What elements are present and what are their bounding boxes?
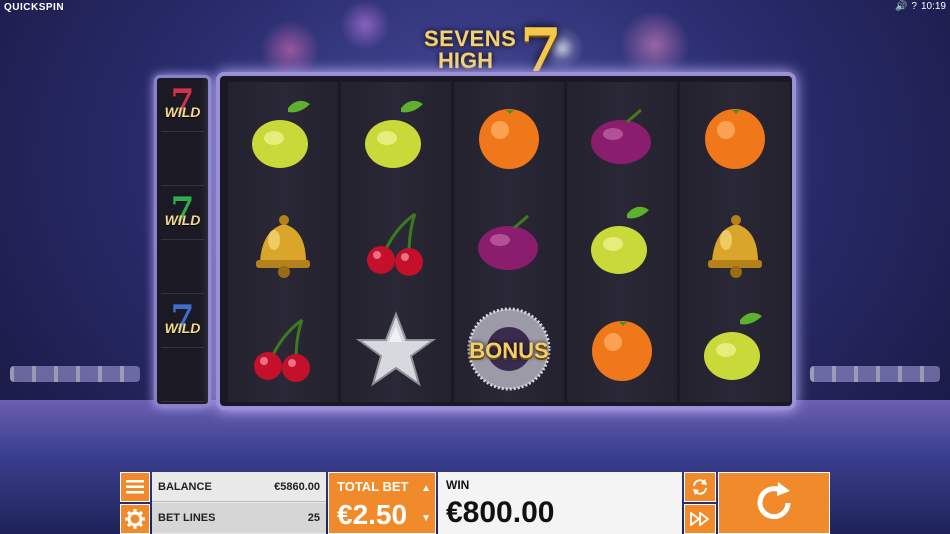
cherries-icon [228,296,338,402]
bell-icon [228,190,338,296]
bell-icon [680,190,790,296]
total-bet-value: €2.50 [337,499,408,530]
total-bet-panel[interactable]: TOTAL BET €2.50 ▲ ▼ [328,472,436,534]
star-icon [341,296,451,402]
betlines-value: 25 [307,512,320,524]
help-icon[interactable]: ? [911,1,917,12]
turbo-button[interactable] [684,504,716,534]
orange-icon [567,296,677,402]
side-reel-cell [161,136,204,186]
menu-button[interactable] [120,472,150,502]
game-logo: SEVENS HIGH 7 [420,16,584,86]
plum-icon [454,190,564,296]
win-value: €800.00 [446,496,555,529]
spin-button[interactable] [718,472,830,534]
reel-4 [567,82,677,402]
balance-label: BALANCE [158,480,212,493]
wild-label: WILD [164,320,201,336]
reel-grid: BONUS [216,72,796,410]
side-reel-cell [161,244,204,294]
wild-side-reel: 7 WILD 7 WILD 7 WILD [154,75,211,407]
menu-icon [121,473,149,501]
lemon-icon [341,84,451,190]
balance-value: €5860.00 [274,480,320,493]
wild-label: WILD [164,104,201,120]
reel-3: BONUS [454,82,564,402]
bg-light [340,0,390,50]
lemon-icon [228,84,338,190]
gear-icon [121,505,149,533]
control-bar: BALANCE €5860.00 BET LINES 25 TOTAL BET … [118,470,832,534]
win-panel: WIN €800.00 [438,472,682,534]
bg-light [260,20,320,80]
bonus-icon: BONUS [454,296,564,402]
status-bar: 🔊 ? 10:19 [895,1,946,12]
stage-light-strip-left [10,366,140,382]
provider-logo: QUICKSPIN [4,2,65,13]
side-reel-cell [161,352,204,402]
cherries-icon [341,190,451,296]
reel-2 [341,82,451,402]
side-reel-cell: 7 WILD [161,190,204,240]
win-label: WIN [446,478,470,492]
total-bet-label: TOTAL BET [337,479,409,494]
autoplay-button[interactable] [684,472,716,502]
bg-light [620,10,690,80]
lemon-icon [680,296,790,402]
clock: 10:19 [920,1,946,12]
sound-icon[interactable]: 🔊 [895,1,907,12]
side-reel-cell: 7 WILD [161,298,204,348]
orange-icon [680,84,790,190]
lemon-icon [567,190,677,296]
settings-button[interactable] [120,504,150,534]
bet-increase-icon[interactable]: ▲ [421,483,431,494]
betlines-label: BET LINES [158,512,216,524]
reel-5 [680,82,790,402]
stage-light-strip-right [810,366,940,382]
bonus-label: BONUS [469,338,549,363]
plum-icon [567,84,677,190]
balance-row: BALANCE €5860.00 [152,472,326,502]
betlines-row: BET LINES 25 [152,503,326,533]
side-reel-cell: 7 WILD [161,82,204,132]
wild-label: WILD [164,212,201,228]
reel-1 [228,82,338,402]
logo-line2: HIGH [438,48,493,73]
balance-panel: BALANCE €5860.00 BET LINES 25 [152,472,326,534]
autoplay-icon [685,473,715,501]
fast-forward-icon [685,505,715,533]
bet-decrease-icon[interactable]: ▼ [421,513,431,524]
orange-icon [454,84,564,190]
spin-icon [719,473,829,533]
